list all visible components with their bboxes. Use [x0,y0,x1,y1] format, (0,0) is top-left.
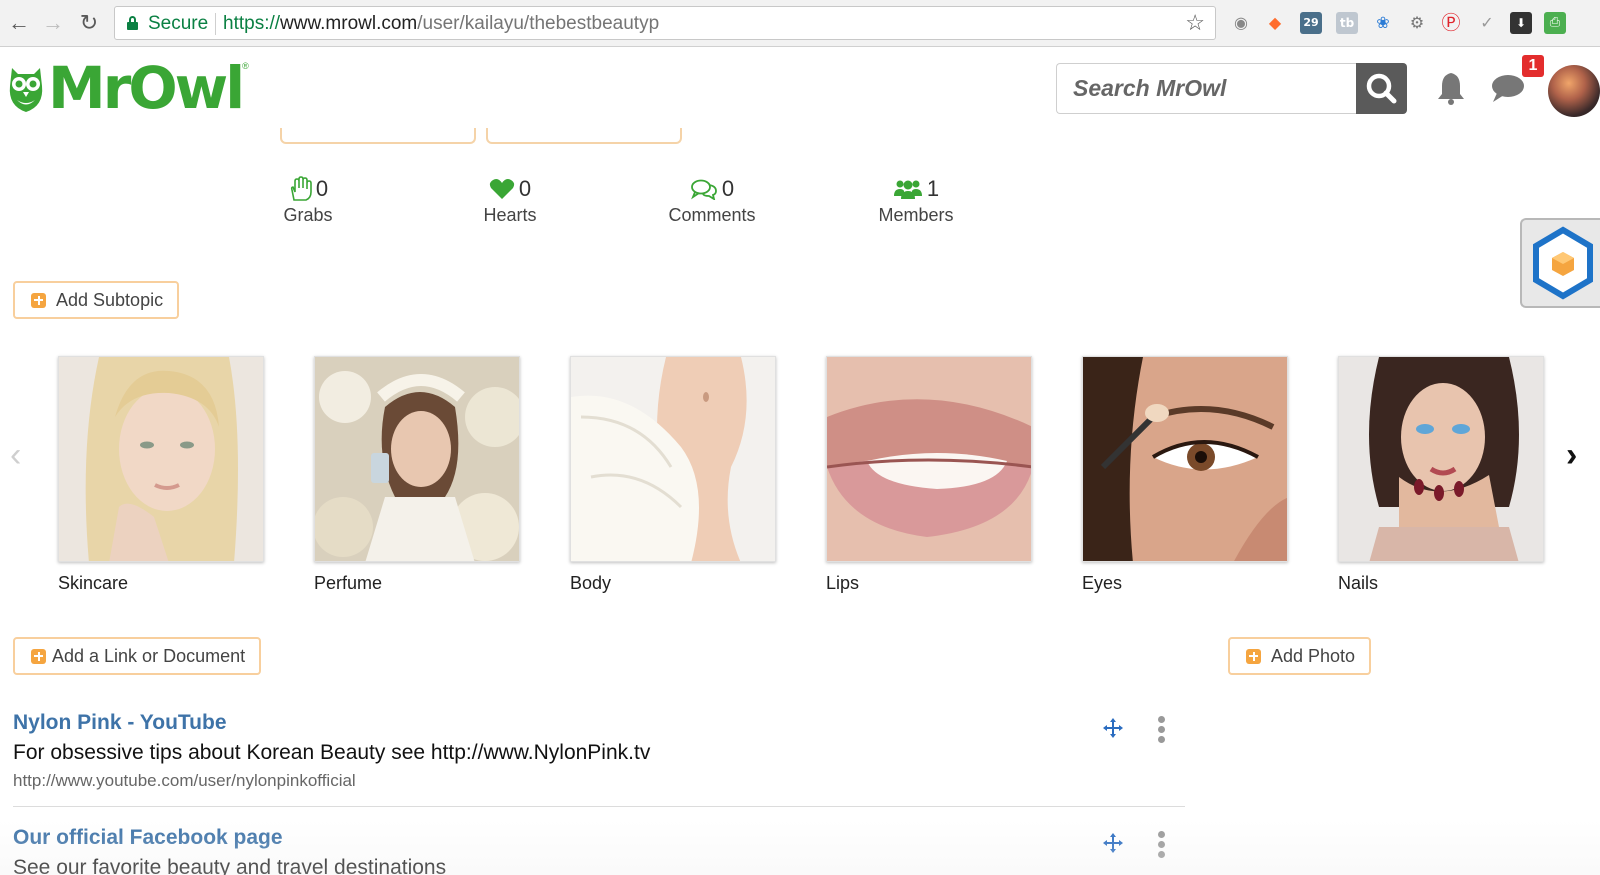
browser-toolbar: ← → ↻ Secure https://www.mrowl.com/user/… [0,0,1600,47]
link-description: See our favorite beauty and travel desti… [13,856,447,875]
tb-extension-icon[interactable]: tb [1336,12,1358,34]
site-header: MrOwl ® 1 [0,47,1600,131]
search-button[interactable] [1356,63,1407,114]
bookmark-star-icon[interactable]: ☆ [1185,10,1205,36]
more-options-icon[interactable] [1158,716,1166,744]
add-link-button[interactable]: Add a Link or Document [13,637,262,675]
add-photo-label: Add Photo [1271,645,1356,666]
subtopic-label: Eyes [1082,573,1123,593]
search-icon [1366,73,1397,104]
add-subtopic-label: Add Subtopic [56,289,164,310]
subtopic-image-nails [1338,356,1544,562]
subtopic-card-eyes[interactable]: Eyes [1082,356,1288,594]
forward-arrow-icon[interactable]: → [40,10,66,36]
subtopic-label: Skincare [58,573,129,593]
list-item: Our official Facebook page See our favor… [13,826,1185,875]
url-path: /user/kailayu/thebestbeautyp [417,13,660,34]
subtopic-image-lips [826,356,1032,562]
camera-extension-icon[interactable]: ◉ [1230,12,1252,34]
subtopic-card-skincare[interactable]: Skincare [58,356,264,594]
mrowl-logo[interactable]: MrOwl ® [6,59,249,117]
stat-grabs-label: Grabs [283,205,333,225]
calendar-extension-icon[interactable]: 29 [1300,12,1322,34]
stat-comments-value: 0 [721,176,735,201]
owl-logo-icon [6,62,46,114]
reload-icon[interactable]: ↻ [76,10,102,36]
stat-hearts-label: Hearts [483,205,537,225]
link-title[interactable]: Nylon Pink - YouTube [13,711,1185,735]
stat-comments-label: Comments [668,205,756,225]
side-widget-tab[interactable] [1520,218,1600,308]
address-url[interactable]: https://www.mrowl.com/user/kailayu/thebe… [223,13,659,35]
secure-label: Secure [148,13,209,34]
more-options-icon[interactable] [1158,831,1166,859]
subtopic-label: Lips [826,573,860,593]
link-title[interactable]: Our official Facebook page [13,826,1185,850]
top-tab-stub-1 [280,128,476,144]
print-extension-icon[interactable]: ⎙ [1544,12,1566,34]
heart-icon [489,179,514,199]
divider [13,806,1185,807]
subtopic-image-perfume [314,356,520,562]
logo-wordmark: MrOwl [48,54,245,122]
carousel-prev-chevron-icon[interactable]: ‹ [10,438,21,472]
subtopic-card-lips[interactable]: Lips [826,356,1032,594]
url-protocol: https:// [223,13,281,34]
bell-icon[interactable] [1436,71,1466,105]
notification-badge: 1 [1522,55,1544,77]
subtopic-image-body [570,356,776,562]
add-subtopic-button[interactable]: Add Subtopic [13,281,180,319]
stat-grabs[interactable]: 0 Grabs [248,175,368,226]
move-arrows-icon[interactable] [1103,718,1123,738]
subtopic-image-eyes [1082,356,1288,562]
stat-members[interactable]: 1 Members [856,175,976,226]
stat-comments[interactable]: 0 Comments [652,175,772,226]
lock-icon [127,16,138,30]
members-icon [893,180,922,199]
move-arrows-icon[interactable] [1103,833,1123,853]
stat-hearts[interactable]: 0 Hearts [450,175,570,226]
calendar-extension-badge: 29 [1303,16,1319,29]
subtopic-card-body[interactable]: Body [570,356,776,594]
chat-bubble-icon[interactable] [1490,73,1526,103]
pinterest-extension-icon[interactable]: Ⓟ [1440,12,1462,34]
stat-members-value: 1 [926,176,940,201]
back-arrow-icon[interactable]: ← [6,10,32,36]
subtopic-card-nails[interactable]: Nails [1338,356,1544,594]
comments-icon [690,179,717,200]
bird-extension-icon[interactable]: ❀ [1372,12,1394,34]
address-separator [215,13,216,35]
url-host: www.mrowl.com [280,13,418,34]
plus-icon [31,648,46,664]
link-description: For obsessive tips about Korean Beauty s… [13,741,651,764]
search-input[interactable] [1057,64,1356,113]
download-extension-icon[interactable]: ⬇ [1510,12,1532,34]
stat-members-label: Members [878,205,954,225]
subtopic-label: Body [570,573,612,593]
subtopic-card-perfume[interactable]: Perfume [314,356,520,594]
grab-hand-icon [290,176,312,201]
address-bar[interactable]: Secure https://www.mrowl.com/user/kailay… [114,6,1216,40]
top-tab-stub-2 [486,128,682,144]
subtopic-image-skincare [58,356,264,562]
fox-extension-icon[interactable]: ◆ [1264,12,1286,34]
subtopic-label: Perfume [314,573,383,593]
stat-hearts-value: 0 [518,176,532,201]
add-photo-button[interactable]: Add Photo [1228,637,1372,675]
avatar[interactable] [1548,65,1600,117]
list-item: Nylon Pink - YouTube For obsessive tips … [13,711,1185,791]
stat-grabs-value: 0 [315,176,329,201]
subtopic-label: Nails [1338,573,1379,593]
link-url[interactable]: http://www.youtube.com/user/nylonpinkoff… [13,771,1185,791]
gear-extension-icon[interactable]: ⚙ [1406,12,1428,34]
search-box [1056,63,1356,114]
carousel-next-chevron-icon[interactable]: › [1566,438,1577,472]
cube-logo-icon [1533,226,1593,300]
add-link-label: Add a Link or Document [52,645,246,666]
plus-icon [1246,648,1261,664]
check-extension-icon[interactable]: ✓ [1476,12,1498,34]
plus-icon [31,292,46,308]
logo-registered-mark: ® [242,61,249,71]
